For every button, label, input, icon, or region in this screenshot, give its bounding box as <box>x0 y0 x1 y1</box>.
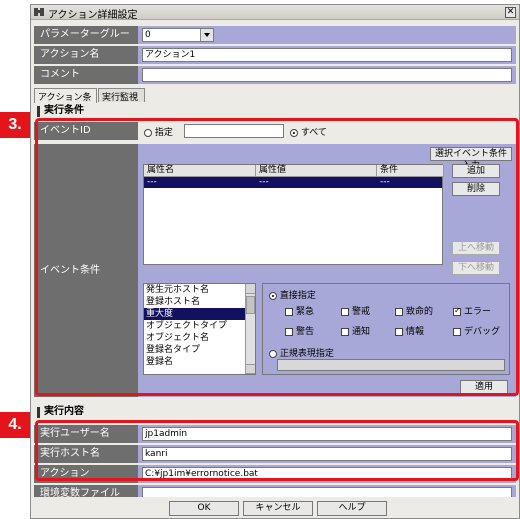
chevron-down-icon[interactable] <box>200 29 213 41</box>
comment-row: コメント <box>34 66 516 84</box>
window-title: アクション詳細設定 <box>48 10 138 21</box>
comment-input[interactable] <box>142 68 512 82</box>
title-bar: アクション詳細設定 ✕ <box>31 5 519 21</box>
ok-button[interactable]: OK <box>169 501 239 516</box>
tab-execution-monitoring[interactable]: 実行監視 <box>98 88 145 103</box>
action-name-row: アクション名 アクション1 <box>34 46 516 64</box>
comment-label: コメント <box>34 66 138 84</box>
help-button[interactable]: ヘルプ <box>317 501 387 516</box>
env-file-row: 環境変数ファイル <box>34 485 516 497</box>
cancel-button[interactable]: キャンセル <box>243 501 313 516</box>
param-group-select[interactable]: 0 <box>142 28 214 42</box>
marker-3: 3. <box>0 112 30 138</box>
action-name-label: アクション名 <box>34 46 138 64</box>
param-group-row: パラメーターグループ 0 <box>34 26 516 58</box>
action-name-input[interactable]: アクション1 <box>142 48 512 62</box>
param-group-label: パラメーターグループ <box>34 26 138 58</box>
env-file-input[interactable] <box>142 487 512 497</box>
param-group-value: 0 <box>145 30 151 40</box>
marker-4: 4. <box>0 412 30 438</box>
app-icon <box>34 8 44 16</box>
exec-content-heading: 実行内容 <box>34 405 516 419</box>
highlight-box-3 <box>35 118 519 396</box>
close-icon[interactable]: ✕ <box>505 7 516 18</box>
tab-action-condition[interactable]: アクション条件 <box>34 88 97 116</box>
highlight-box-4 <box>35 420 519 481</box>
env-file-label: 環境変数ファイル <box>34 485 138 497</box>
exec-condition-heading: 実行条件 <box>34 104 516 118</box>
